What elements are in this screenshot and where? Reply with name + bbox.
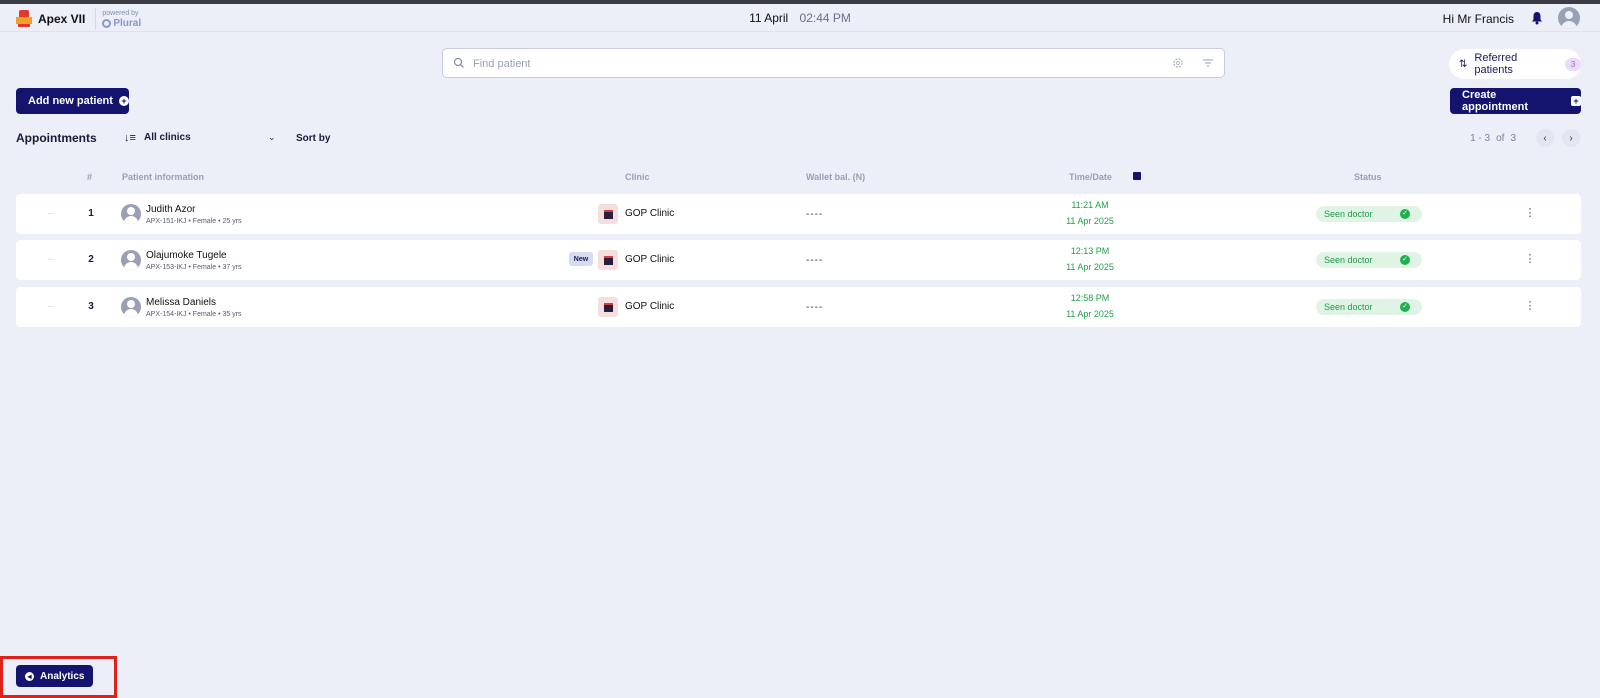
check-circle-icon: ✓	[1400, 255, 1410, 265]
table-row[interactable]: 1 Judith Azor APX-151-IKJ • Female • 25 …	[16, 194, 1581, 234]
clinic-icon	[598, 250, 618, 270]
create-appointment-label: Create appointment	[1462, 89, 1528, 113]
wallet-balance: ----	[806, 209, 824, 220]
row-index: 3	[88, 301, 94, 312]
status-badge: Seen doctor ✓	[1316, 206, 1422, 222]
search-input[interactable]	[473, 55, 1113, 73]
chevron-down-icon[interactable]: ⌄	[268, 132, 276, 143]
current-time: 02:44 PM	[799, 11, 851, 25]
gear-icon[interactable]	[1172, 57, 1184, 69]
patient-avatar	[121, 250, 141, 270]
patient-avatar	[121, 204, 141, 224]
appointment-time: 11:21 AM	[1071, 200, 1109, 210]
appointment-date: 11 Apr 2025	[1066, 216, 1114, 226]
column-header-wallet: Wallet bal. (N)	[806, 172, 866, 182]
row-index: 2	[88, 254, 94, 265]
analytics-icon: ◂	[25, 671, 34, 681]
plus-circle-icon: +	[118, 96, 129, 106]
pagination-range: 1 - 3	[1470, 133, 1491, 144]
row-handle	[48, 259, 54, 260]
wallet-balance: ----	[806, 302, 824, 313]
table-header: # Patient information Clinic Wallet bal.…	[16, 172, 1581, 186]
column-header-clinic: Clinic	[625, 172, 650, 182]
appointment-date: 11 Apr 2025	[1066, 309, 1114, 319]
sort-by-button[interactable]: Sort by	[296, 133, 330, 144]
next-page-button[interactable]: ›	[1562, 129, 1580, 147]
patient-avatar	[121, 297, 141, 317]
clinic-name: GOP Clinic	[625, 254, 675, 265]
current-date: 11 April	[749, 11, 789, 25]
patient-meta: APX-151-IKJ • Female • 25 yrs	[146, 218, 242, 225]
sort-icon[interactable]: ↓≡	[124, 132, 136, 144]
prev-page-button[interactable]: ‹	[1536, 129, 1554, 147]
check-circle-icon: ✓	[1400, 209, 1410, 219]
appointment-time: 12:13 PM	[1070, 246, 1110, 256]
appointment-time: 12:58 PM	[1070, 293, 1110, 303]
referred-count-badge: 3	[1565, 57, 1581, 71]
pagination-total: 3	[1510, 133, 1516, 144]
table-row[interactable]: 2 Olajumoke Tugele APX-153-IKJ • Female …	[16, 240, 1581, 280]
current-datetime: 11 April 02:44 PM	[0, 11, 1600, 25]
column-header-index: #	[87, 172, 93, 182]
filter-icon[interactable]	[1202, 57, 1214, 69]
clinic-name: GOP Clinic	[625, 208, 675, 219]
status-label: Seen doctor	[1324, 255, 1373, 265]
pagination-of: of	[1496, 133, 1505, 144]
more-options-icon[interactable]: ⋮	[1524, 205, 1536, 223]
row-handle	[48, 306, 54, 307]
add-new-patient-label: Add new patient	[28, 95, 113, 107]
analytics-button[interactable]: ◂ Analytics	[16, 665, 93, 687]
pagination-info: 1 - 3 of 3	[1470, 133, 1516, 144]
referred-patients-label: Referred patients	[1474, 52, 1518, 76]
clinic-filter-select[interactable]: All clinics	[144, 132, 276, 143]
create-appointment-button[interactable]: Create appointment +	[1450, 88, 1581, 114]
row-index: 1	[88, 208, 94, 219]
bell-icon[interactable]	[1530, 11, 1544, 25]
patient-meta: APX-153-IKJ • Female • 37 yrs	[146, 264, 242, 271]
patient-name[interactable]: Olajumoke Tugele	[146, 250, 227, 261]
status-label: Seen doctor	[1324, 302, 1373, 312]
clinic-icon	[598, 204, 618, 224]
new-patient-badge: New	[569, 252, 593, 266]
table-row[interactable]: 3 Melissa Daniels APX-154-IKJ • Female •…	[16, 287, 1581, 327]
column-header-time: Time/Date	[1069, 172, 1112, 182]
clinic-name: GOP Clinic	[625, 301, 675, 312]
status-badge: Seen doctor ✓	[1316, 252, 1422, 268]
patient-search	[442, 48, 1225, 78]
analytics-label: Analytics	[40, 670, 85, 682]
appointment-date: 11 Apr 2025	[1066, 262, 1114, 272]
check-circle-icon: ✓	[1400, 302, 1410, 312]
search-icon	[453, 57, 464, 68]
transfer-arrows-icon: ⇅	[1459, 58, 1468, 70]
clinic-icon	[598, 297, 618, 317]
column-header-patient: Patient information	[122, 172, 205, 182]
patient-meta: APX-154-IKJ • Female • 35 yrs	[146, 311, 242, 318]
add-new-patient-button[interactable]: Add new patient +	[16, 88, 129, 114]
top-bar: Apex VII powered by Plural 11 April 02:4…	[0, 4, 1600, 32]
plus-square-icon: +	[1571, 96, 1581, 106]
appointments-heading: Appointments	[16, 131, 97, 145]
more-options-icon[interactable]: ⋮	[1524, 251, 1536, 269]
status-label: Seen doctor	[1324, 209, 1373, 219]
patient-name[interactable]: Melissa Daniels	[146, 297, 216, 308]
calendar-icon[interactable]	[1133, 172, 1141, 180]
user-greeting: Hi Mr Francis	[1442, 12, 1514, 26]
wallet-balance: ----	[806, 255, 824, 266]
more-options-icon[interactable]: ⋮	[1524, 298, 1536, 316]
row-handle	[48, 213, 54, 214]
referred-patients-button[interactable]: ⇅ Referred patients 3	[1449, 49, 1581, 79]
column-header-status: Status	[1354, 172, 1382, 182]
user-avatar[interactable]	[1558, 7, 1580, 29]
patient-name[interactable]: Judith Azor	[146, 204, 195, 215]
status-badge: Seen doctor ✓	[1316, 299, 1422, 315]
